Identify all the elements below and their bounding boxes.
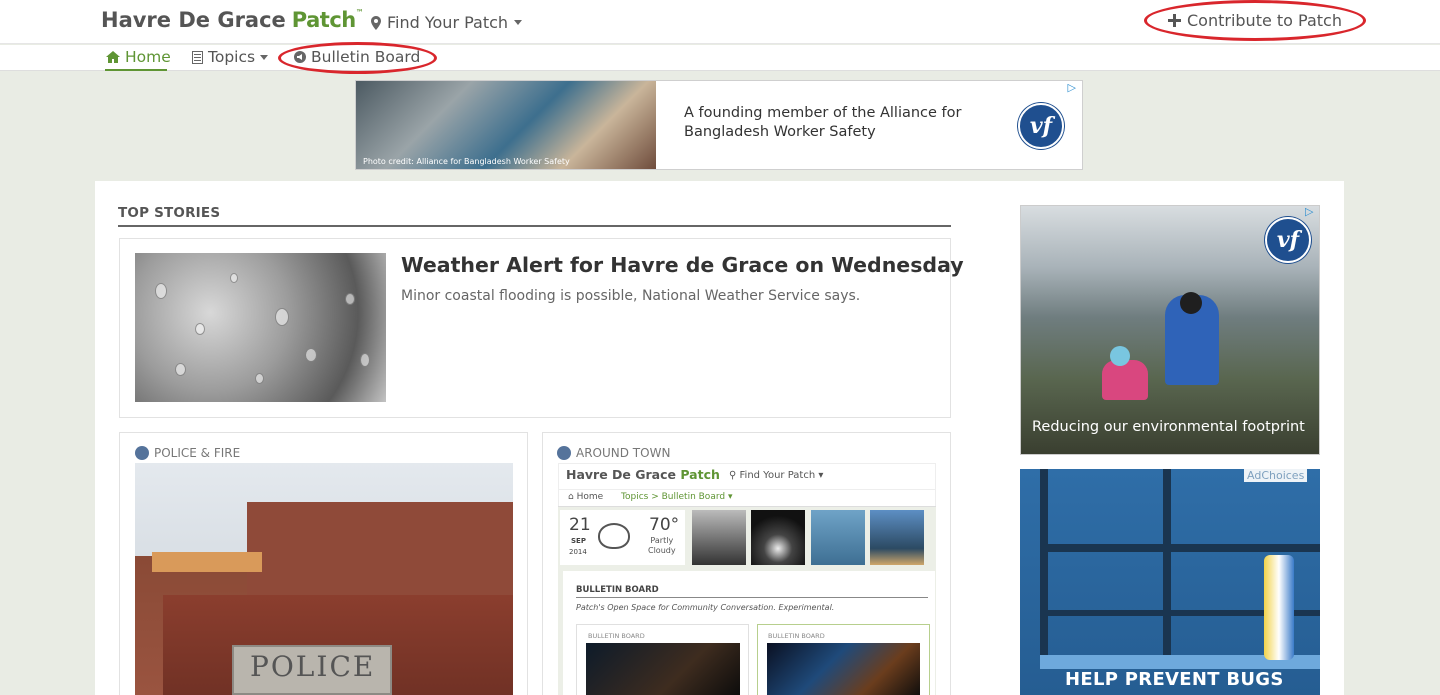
- patch-brand: Patch: [291, 8, 356, 32]
- location-pin-icon: ⚲: [729, 470, 737, 481]
- spray-can-image: [1264, 555, 1294, 660]
- building-roof-image-part: [152, 552, 262, 572]
- banner-ad-text: A founding member of the Alliance for Ba…: [684, 105, 962, 140]
- document-icon: [192, 50, 203, 64]
- mini-find-your-patch: ⚲ Find Your Patch ▾: [729, 470, 824, 481]
- category-text: AROUND TOWN: [576, 446, 671, 460]
- adchoices-icon[interactable]: ▷: [1305, 205, 1313, 218]
- category-text: POLICE & FIRE: [154, 446, 241, 460]
- lead-story-summary: Minor coastal flooding is possible, Nati…: [401, 288, 861, 304]
- adchoices-link[interactable]: AdChoices: [1244, 469, 1308, 482]
- window-frame-image-part: [1040, 544, 1320, 552]
- mini-thumbnail: [751, 510, 805, 565]
- nav-home-underline: [105, 69, 167, 71]
- photo-credit: Photo credit: Alliance for Bangladesh Wo…: [363, 157, 570, 166]
- mini-divider: [576, 597, 928, 598]
- mini-section-description: Patch's Open Space for Community Convers…: [576, 603, 835, 612]
- ad-image-hiker-head: [1180, 292, 1202, 314]
- mini-thumbnail: [692, 510, 746, 565]
- mini-nav-bar: [558, 489, 936, 507]
- ad-headline: HELP PREVENT BUGS: [1065, 669, 1284, 690]
- home-icon: [106, 51, 120, 63]
- find-your-patch-label: Find Your Patch: [387, 13, 509, 32]
- window-frame-image-part: [1163, 469, 1171, 669]
- home-icon: ⌂: [568, 492, 574, 502]
- mini-card-image: [586, 643, 740, 695]
- ad-image-child: [1102, 360, 1148, 400]
- lead-story-title[interactable]: Weather Alert for Havre de Grace on Wedn…: [401, 253, 964, 277]
- banner-ad[interactable]: Photo credit: Alliance for Bangladesh Wo…: [355, 80, 1083, 170]
- location-pin-icon: [371, 15, 381, 30]
- top-stories-heading: TOP STORIES: [118, 205, 221, 221]
- police-sign-text: POLICE: [250, 650, 376, 683]
- mini-date-month: SEP: [571, 537, 586, 545]
- mini-thumbnail: [811, 510, 865, 565]
- find-your-patch-dropdown[interactable]: Find Your Patch: [371, 13, 523, 32]
- chevron-down-icon: [260, 54, 269, 60]
- vf-logo: vf: [1018, 103, 1064, 149]
- ad-image-child-head: [1110, 346, 1130, 366]
- vf-logo: vf: [1265, 217, 1311, 263]
- mini-date-year: 2014: [569, 548, 587, 556]
- mini-section-title: BULLETIN BOARD: [576, 585, 659, 595]
- mini-site-name: Havre De Grace Patch: [566, 467, 720, 482]
- site-logo[interactable]: Havre De Grace Patch™: [101, 8, 364, 32]
- mini-card-image: [767, 643, 920, 695]
- category-label-around-town[interactable]: AROUND TOWN: [557, 446, 670, 460]
- window-frame-image-part: [1040, 469, 1048, 669]
- mini-card-label: BULLETIN BOARD: [588, 632, 645, 640]
- mini-temperature: 70°: [649, 515, 680, 535]
- lead-story-image[interactable]: [135, 253, 386, 402]
- site-name: Havre De Grace: [101, 8, 286, 32]
- mini-home: ⌂ Home: [568, 492, 604, 502]
- ad-caption: Reducing our environmental footprint: [1032, 419, 1305, 435]
- nav-topics-label: Topics: [208, 48, 256, 66]
- banner-ad-photo: Photo credit: Alliance for Bangladesh Wo…: [356, 81, 656, 169]
- cloud-icon: [598, 523, 630, 549]
- mini-condition: Partly Cloudy: [648, 536, 676, 555]
- mini-topics-breadcrumb: Topics > Bulletin Board ▾: [621, 492, 733, 502]
- building-image-part: [247, 502, 513, 602]
- highlight-oval-bulletin-board: [278, 42, 437, 74]
- chevron-down-icon: [514, 20, 523, 25]
- top-stories-divider: [118, 225, 951, 227]
- nav-home[interactable]: Home: [106, 48, 171, 66]
- town-icon: [557, 446, 571, 460]
- police-badge-icon: [135, 446, 149, 460]
- category-label-police-fire[interactable]: POLICE & FIRE: [135, 446, 240, 460]
- nav-topics-dropdown[interactable]: Topics: [192, 48, 269, 66]
- adchoices-icon[interactable]: ▷: [1068, 81, 1076, 94]
- highlight-oval-contribute: [1144, 0, 1366, 41]
- mini-date-day: 21: [569, 515, 591, 535]
- mini-card-label: BULLETIN BOARD: [768, 632, 825, 640]
- nav-home-label: Home: [125, 48, 171, 66]
- mini-thumbnail: [870, 510, 924, 565]
